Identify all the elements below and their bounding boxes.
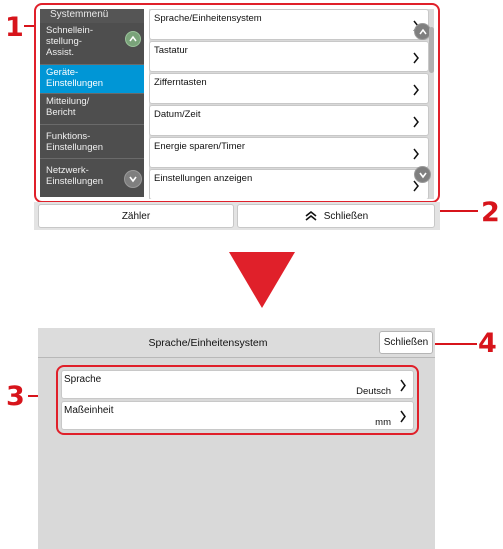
close-menu-button-label: Schließen xyxy=(323,210,369,222)
chevron-right-icon xyxy=(400,410,406,423)
chevron-right-icon xyxy=(400,379,406,392)
sidebar-item-funktions-einstellungen[interactable]: Funktions- Einstellungen xyxy=(40,125,144,159)
menu-item-label: Datum/Zeit xyxy=(154,109,201,120)
callout-4: 4 xyxy=(478,328,497,359)
setting-value: mm xyxy=(375,417,391,428)
menu-item-energie-sparen-timer[interactable]: Energie sparen/Timer xyxy=(149,137,429,168)
menu-item-label: Energie sparen/Timer xyxy=(154,141,245,152)
down-arrow-icon xyxy=(229,252,295,308)
setting-value: Deutsch xyxy=(356,386,391,397)
sidebar-item-label: Mitteilung/ xyxy=(46,96,90,107)
chevron-down-icon xyxy=(418,172,427,178)
menu-item-label: Tastatur xyxy=(154,45,188,56)
screen-header: Sprache/Einheitensystem Schließen xyxy=(38,328,435,358)
sidebar-item-label: Funktions- xyxy=(46,131,91,142)
menu-item-label: Sprache/Einheitensystem xyxy=(154,13,262,24)
settings-group: Sprache Deutsch Maßeinheit mm xyxy=(56,365,419,435)
chevron-up-icon xyxy=(418,28,427,34)
setting-masseinheit[interactable]: Maßeinheit mm xyxy=(61,401,414,430)
sidebar-item-label: Geräte- xyxy=(46,67,79,78)
callout-3: 3 xyxy=(6,381,25,412)
chevron-right-icon xyxy=(413,116,419,128)
language-settings-screen: Sprache/Einheitensystem Schließen Sprach… xyxy=(38,328,435,549)
callout-1: 1 xyxy=(5,12,24,43)
sidebar-item-label: Einstellungen xyxy=(46,142,104,153)
bottom-bar: Zähler Schließen xyxy=(34,202,440,230)
sidebar-item-label: Einstellungen xyxy=(46,78,104,89)
settings-menu-list: Sprache/Einheitensystem Tastatur Ziffern… xyxy=(149,9,434,199)
counter-button[interactable]: Zähler xyxy=(38,204,234,228)
sidebar-item-mitteilung-bericht[interactable]: Mitteilung/ Bericht xyxy=(40,94,144,125)
close-screen-button-label: Schließen xyxy=(383,337,429,348)
menu-item-label: Einstellungen anzeigen xyxy=(154,173,253,184)
screen-title: Sprache/Einheitensystem xyxy=(148,337,268,349)
menu-item-zifferntasten[interactable]: Zifferntasten xyxy=(149,73,429,104)
menu-item-sprache-einheitensystem[interactable]: Sprache/Einheitensystem xyxy=(149,9,429,40)
sidebar-item-geraete-einstellungen[interactable]: Geräte- Einstellungen xyxy=(40,65,144,94)
sidebar-header: Systemmenü xyxy=(40,9,144,23)
chevron-up-icon xyxy=(129,35,137,42)
menu-item-label: Zifferntasten xyxy=(154,77,207,88)
menu-scrollbar-thumb[interactable] xyxy=(429,27,434,73)
system-menu-panel: Systemmenü Schnellein- stellung- Assist.… xyxy=(34,3,440,203)
menu-item-tastatur[interactable]: Tastatur xyxy=(149,41,429,72)
chevron-right-icon xyxy=(413,52,419,64)
system-menu-sidebar: Systemmenü Schnellein- stellung- Assist.… xyxy=(40,9,144,197)
setting-label: Sprache xyxy=(64,374,102,385)
menu-item-datum-zeit[interactable]: Datum/Zeit xyxy=(149,105,429,136)
chevron-right-icon xyxy=(413,148,419,160)
setting-sprache[interactable]: Sprache Deutsch xyxy=(61,370,414,399)
sidebar-item-label: Bericht xyxy=(46,107,76,118)
callout-2: 2 xyxy=(481,197,500,228)
menu-item-einstellungen-anzeigen[interactable]: Einstellungen anzeigen xyxy=(149,169,429,199)
sidebar-scroll-down-button[interactable] xyxy=(124,170,142,188)
menu-scrollbar[interactable] xyxy=(428,9,436,197)
counter-button-label: Zähler xyxy=(121,210,151,222)
double-chevron-up-icon xyxy=(305,210,317,221)
close-menu-button[interactable]: Schließen xyxy=(237,204,435,228)
close-screen-button[interactable]: Schließen xyxy=(379,331,433,354)
chevron-right-icon xyxy=(413,84,419,96)
sidebar-item-label: Assist. xyxy=(46,47,74,58)
setting-label: Maßeinheit xyxy=(64,405,114,416)
sidebar-scroll-up-button[interactable] xyxy=(125,31,141,47)
chevron-down-icon xyxy=(129,176,137,183)
